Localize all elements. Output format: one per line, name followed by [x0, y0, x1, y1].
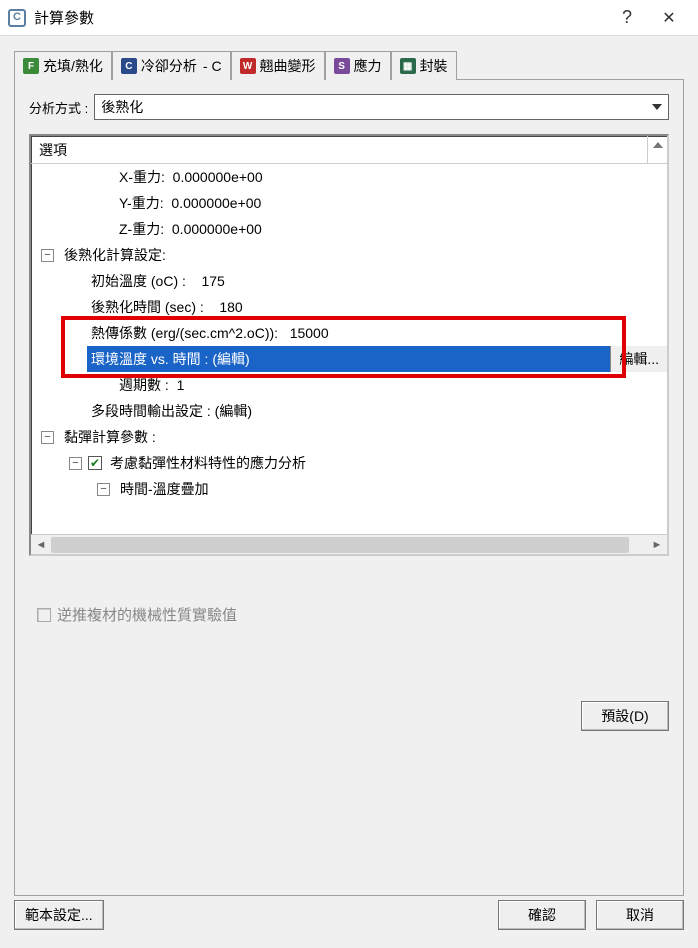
cancel-button[interactable]: 取消	[596, 900, 684, 930]
help-button[interactable]: ?	[606, 3, 648, 33]
tree-row-initial-temp[interactable]: 初始溫度 (oC) : 175	[31, 268, 667, 294]
options-tree: 選項 X-重力: 0.000000e+00 Y-重力: 0.000000e+00	[29, 134, 669, 556]
tab-warp-label: 翹曲變形	[260, 56, 316, 76]
default-button[interactable]: 預設(D)	[581, 701, 669, 731]
tree-row-z-gravity[interactable]: Z-重力: 0.000000e+00	[31, 216, 667, 242]
tab-cooling-suffix: - C	[203, 58, 222, 74]
tab-package-label: 封裝	[420, 56, 448, 76]
tab-package-icon: ▦	[400, 58, 416, 74]
checkbox-checked[interactable]: ✔	[88, 456, 102, 470]
tree-row-post-cure-time[interactable]: 後熟化時間 (sec) : 180	[31, 294, 667, 320]
tab-stress-icon: S	[334, 58, 350, 74]
tree-rows: X-重力: 0.000000e+00 Y-重力: 0.000000e+00 Z-…	[31, 164, 667, 534]
scroll-right-icon[interactable]: ►	[647, 536, 667, 554]
template-settings-button[interactable]: 範本設定...	[14, 900, 104, 930]
analysis-method-label: 分析方式 :	[29, 98, 88, 117]
tab-warp-icon: W	[240, 58, 256, 74]
checkbox-disabled	[37, 608, 51, 622]
tree-row-time-temp-superposition[interactable]: − 時間-溫度疊加	[31, 476, 667, 502]
tree-row-x-gravity[interactable]: X-重力: 0.000000e+00	[31, 164, 667, 190]
tree-selected-label: 環境溫度 vs. 時間 : (編輯)	[87, 346, 610, 372]
tab-filling-icon: F	[23, 58, 39, 74]
tab-cooling-icon: C	[121, 58, 137, 74]
minus-icon[interactable]: −	[69, 457, 82, 470]
reverse-composite-checkbox-row: 逆推複材的機械性質實驗值	[29, 604, 669, 625]
tree-row-heat-transfer-coef[interactable]: 熱傳係數 (erg/(sec.cm^2.oC)): 15000	[31, 320, 667, 346]
tab-filling[interactable]: F 充填/熟化	[14, 51, 112, 80]
analysis-method-value: 後熟化	[101, 97, 143, 117]
tree-row-multi-time-output[interactable]: 多段時間輸出設定 : (編輯)	[31, 398, 667, 424]
dialog-body: F 充填/熟化 C 冷卻分析 - C W 翹曲變形 S 應力 ▦ 封裝	[0, 36, 698, 896]
tree-row-viscoelastic-params[interactable]: − 黏彈計算參數 :	[31, 424, 667, 450]
tab-cooling-label: 冷卻分析	[141, 56, 197, 76]
tab-stress-label: 應力	[354, 56, 382, 76]
tab-filling-label: 充填/熟化	[43, 56, 103, 76]
dialog-button-bar: 範本設定... 確認 取消	[0, 896, 698, 948]
minus-icon[interactable]: −	[41, 249, 54, 262]
window-title: 計算參數	[34, 7, 94, 28]
tree-row-y-gravity[interactable]: Y-重力: 0.000000e+00	[31, 190, 667, 216]
dialog-window: 計算參數 ? ✕ F 充填/熟化 C 冷卻分析 - C W 翹曲變形 S 應力	[0, 0, 698, 948]
tab-strip: F 充填/熟化 C 冷卻分析 - C W 翹曲變形 S 應力 ▦ 封裝	[14, 50, 684, 80]
horizontal-scrollbar[interactable]: ◄ ►	[31, 534, 667, 554]
tab-warp[interactable]: W 翹曲變形	[231, 51, 325, 80]
titlebar: 計算參數 ? ✕	[0, 0, 698, 36]
tab-stress[interactable]: S 應力	[325, 51, 391, 80]
scroll-thumb[interactable]	[51, 537, 629, 553]
ok-button[interactable]: 確認	[498, 900, 586, 930]
analysis-method-row: 分析方式 : 後熟化	[29, 94, 669, 120]
analysis-method-select[interactable]: 後熟化	[94, 94, 669, 120]
edit-button[interactable]: 編輯...	[610, 346, 667, 372]
scroll-up-icon[interactable]	[647, 136, 667, 163]
tree-header: 選項	[31, 136, 667, 164]
tree-row-cycle-count[interactable]: 週期數 : 1	[31, 372, 667, 398]
scroll-left-icon[interactable]: ◄	[31, 536, 51, 554]
minus-icon[interactable]: −	[97, 483, 110, 496]
scroll-track[interactable]	[51, 536, 647, 554]
tree-row-env-temp-vs-time[interactable]: 環境溫度 vs. 時間 : (編輯) 編輯...	[31, 346, 667, 372]
reverse-composite-label: 逆推複材的機械性質實驗值	[57, 604, 237, 625]
tab-package[interactable]: ▦ 封裝	[391, 51, 457, 80]
tab-cooling[interactable]: C 冷卻分析 - C	[112, 51, 231, 80]
app-icon	[8, 9, 26, 27]
tab-panel-stress: 分析方式 : 後熟化 選項	[14, 79, 684, 896]
chevron-down-icon	[648, 97, 666, 117]
close-icon: ✕	[662, 8, 675, 28]
minus-icon[interactable]: −	[41, 431, 54, 444]
tree-row-post-cure-settings[interactable]: − 後熟化計算設定:	[31, 242, 667, 268]
tree-header-label: 選項	[39, 140, 67, 160]
close-button[interactable]: ✕	[648, 3, 690, 33]
check-icon: ✔	[90, 457, 100, 469]
tree-row-consider-visco[interactable]: − ✔ 考慮黏彈性材料特性的應力分析	[31, 450, 667, 476]
